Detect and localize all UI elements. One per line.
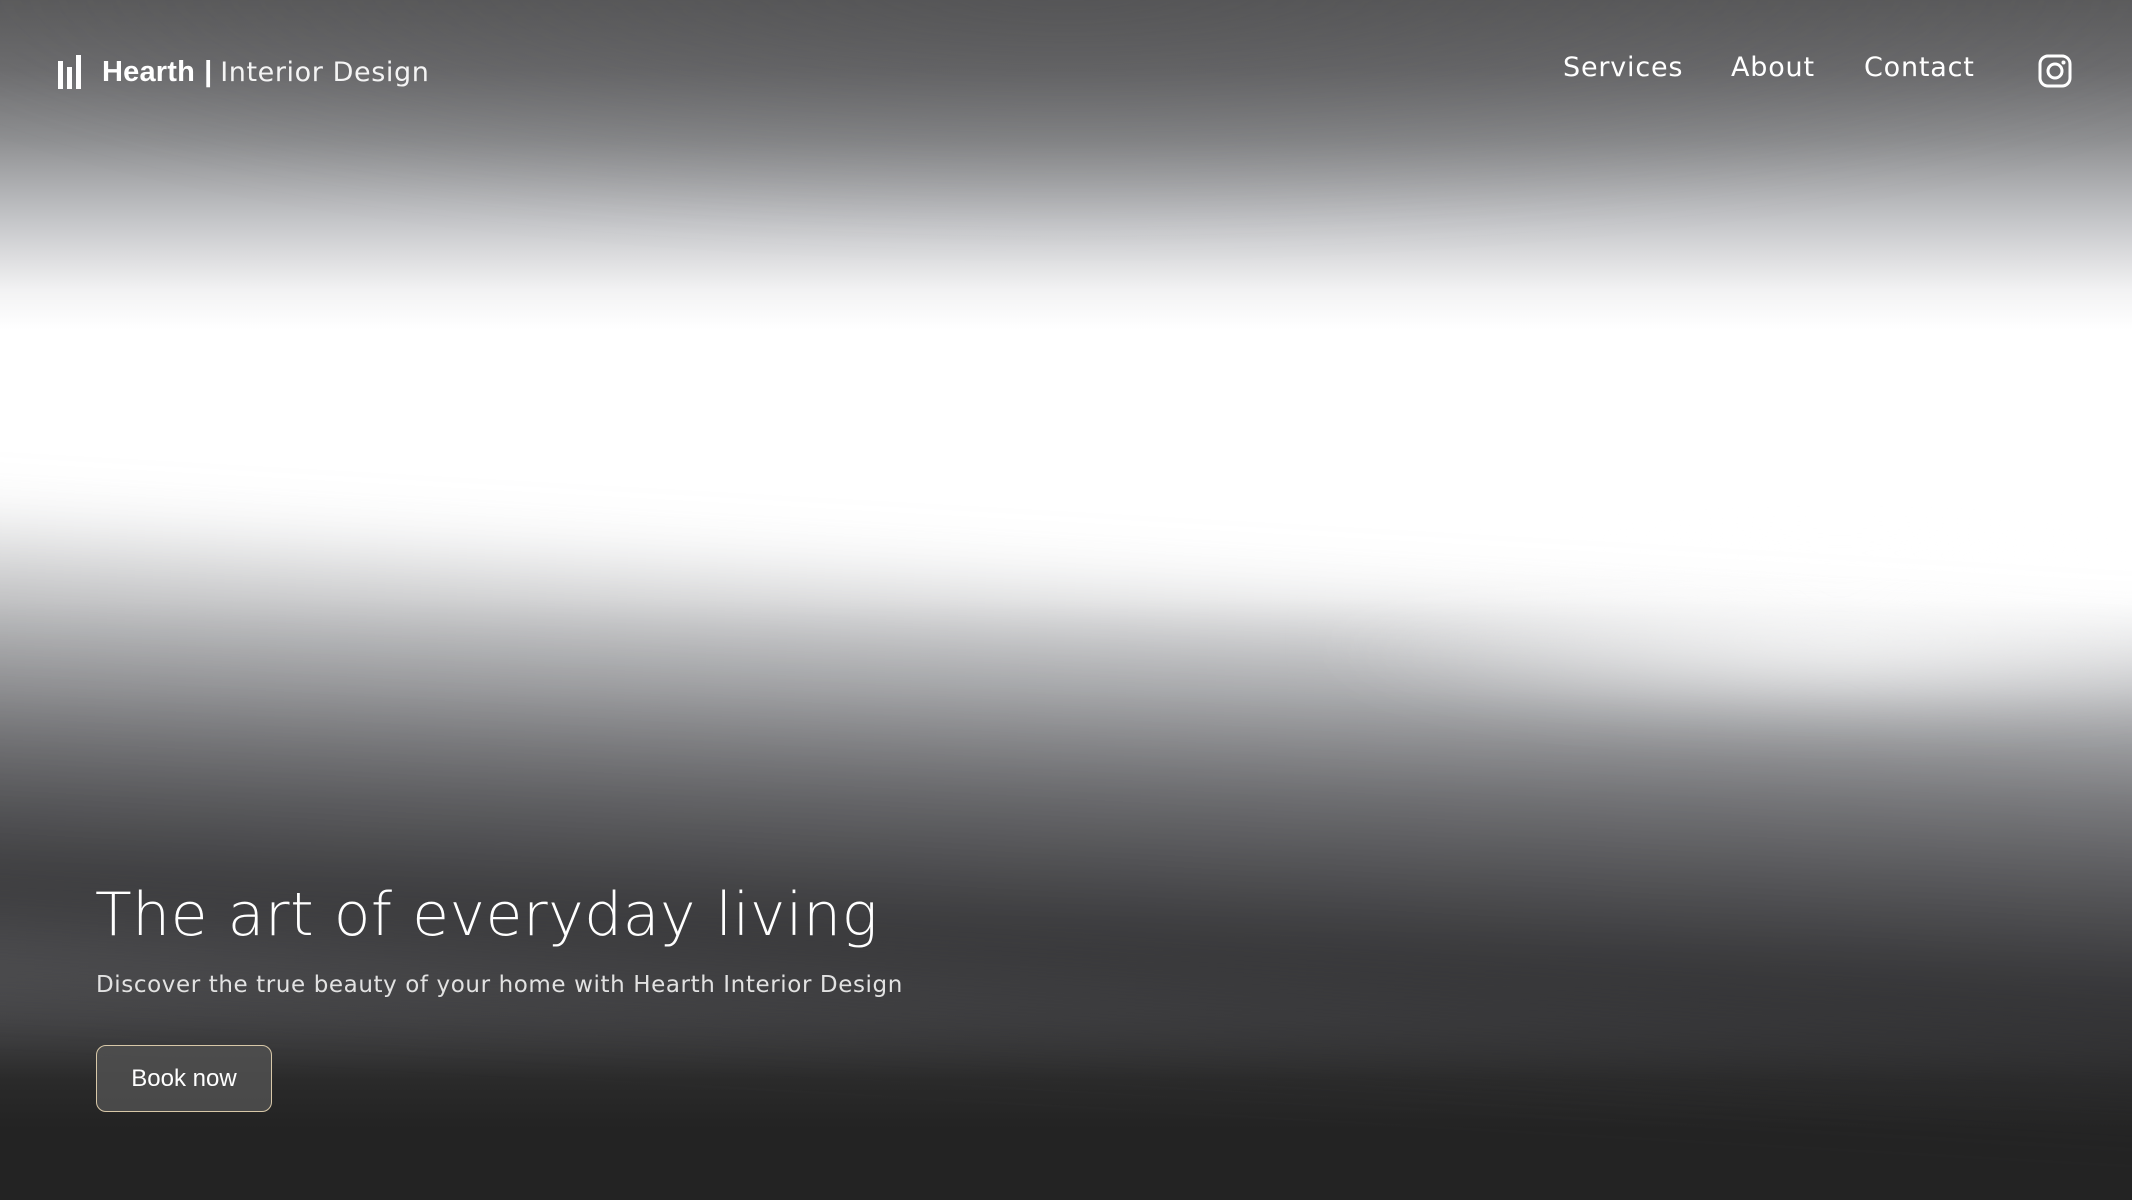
- site-logo[interactable]: Hearth | Interior Design: [58, 50, 430, 94]
- hero-highlight: [1300, 560, 2132, 720]
- hero-background: [0, 0, 2132, 1200]
- book-now-button[interactable]: Book now: [96, 1045, 272, 1112]
- book-now-label: Book now: [131, 1064, 237, 1092]
- hero-title: The art of everyday living: [95, 880, 879, 950]
- hero-subtitle: Discover the true beauty of your home wi…: [96, 972, 903, 998]
- instagram-icon[interactable]: [2038, 54, 2072, 88]
- nav-services[interactable]: Services: [1563, 52, 1683, 92]
- brand-separator: |: [204, 55, 213, 88]
- nav-about[interactable]: About: [1731, 52, 1815, 92]
- site-header: Hearth | Interior Design Services About …: [0, 0, 2132, 144]
- nav-contact[interactable]: Contact: [1864, 52, 1975, 92]
- brand-subtitle: Interior Design: [220, 56, 430, 88]
- brand-name: Hearth: [102, 55, 196, 88]
- logo-icon: [58, 55, 81, 89]
